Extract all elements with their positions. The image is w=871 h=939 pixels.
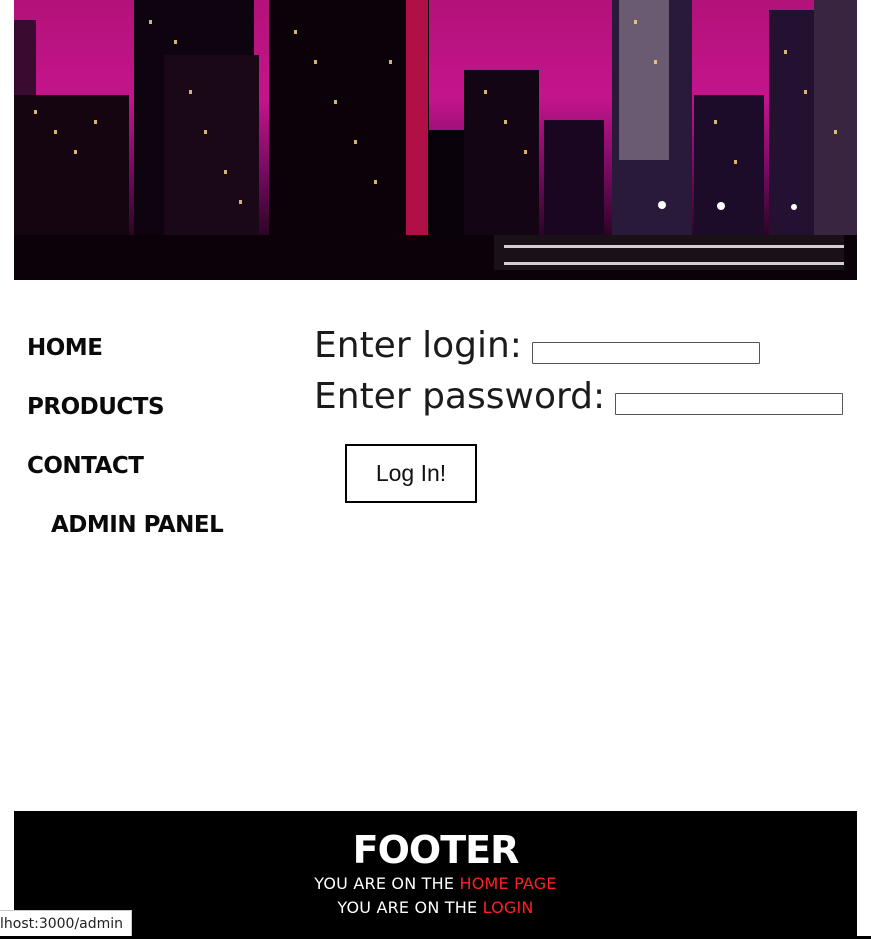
page: HOME PRODUCTS CONTACT ADMIN PANEL Enter …	[0, 0, 871, 939]
city-skyline-image	[14, 0, 857, 280]
footer-home-page-link[interactable]: HOME PAGE	[459, 874, 556, 893]
footer-line-prefix: YOU ARE ON THE	[337, 898, 483, 917]
login-label: Enter login:	[314, 325, 522, 366]
login-input[interactable]	[531, 341, 760, 364]
nav-item-contact[interactable]: CONTACT	[27, 448, 287, 507]
login-button[interactable]: Log In!	[345, 444, 477, 503]
password-row: Enter password:	[314, 371, 854, 422]
nav-item-products[interactable]: PRODUCTS	[27, 389, 287, 448]
browser-status-url: lhost:3000/admin	[0, 910, 133, 938]
footer-title: FOOTER	[352, 828, 520, 872]
footer-line-prefix: YOU ARE ON THE	[314, 874, 460, 893]
sidebar-nav: HOME PRODUCTS CONTACT ADMIN PANEL	[27, 330, 287, 566]
header-banner-image	[14, 0, 857, 280]
password-input[interactable]	[615, 392, 844, 415]
nav-item-home[interactable]: HOME	[27, 330, 287, 389]
footer-login-link[interactable]: LOGIN	[483, 898, 534, 917]
footer: FOOTER YOU ARE ON THE HOME PAGE YOU ARE …	[14, 811, 857, 939]
login-form: Enter login: Enter password:	[314, 320, 854, 422]
footer-line-home: YOU ARE ON THE HOME PAGE	[14, 872, 857, 896]
login-row: Enter login:	[314, 320, 854, 371]
password-label: Enter password:	[314, 376, 606, 417]
nav-item-admin-panel[interactable]: ADMIN PANEL	[27, 507, 287, 566]
footer-line-login: YOU ARE ON THE LOGIN	[14, 896, 857, 920]
